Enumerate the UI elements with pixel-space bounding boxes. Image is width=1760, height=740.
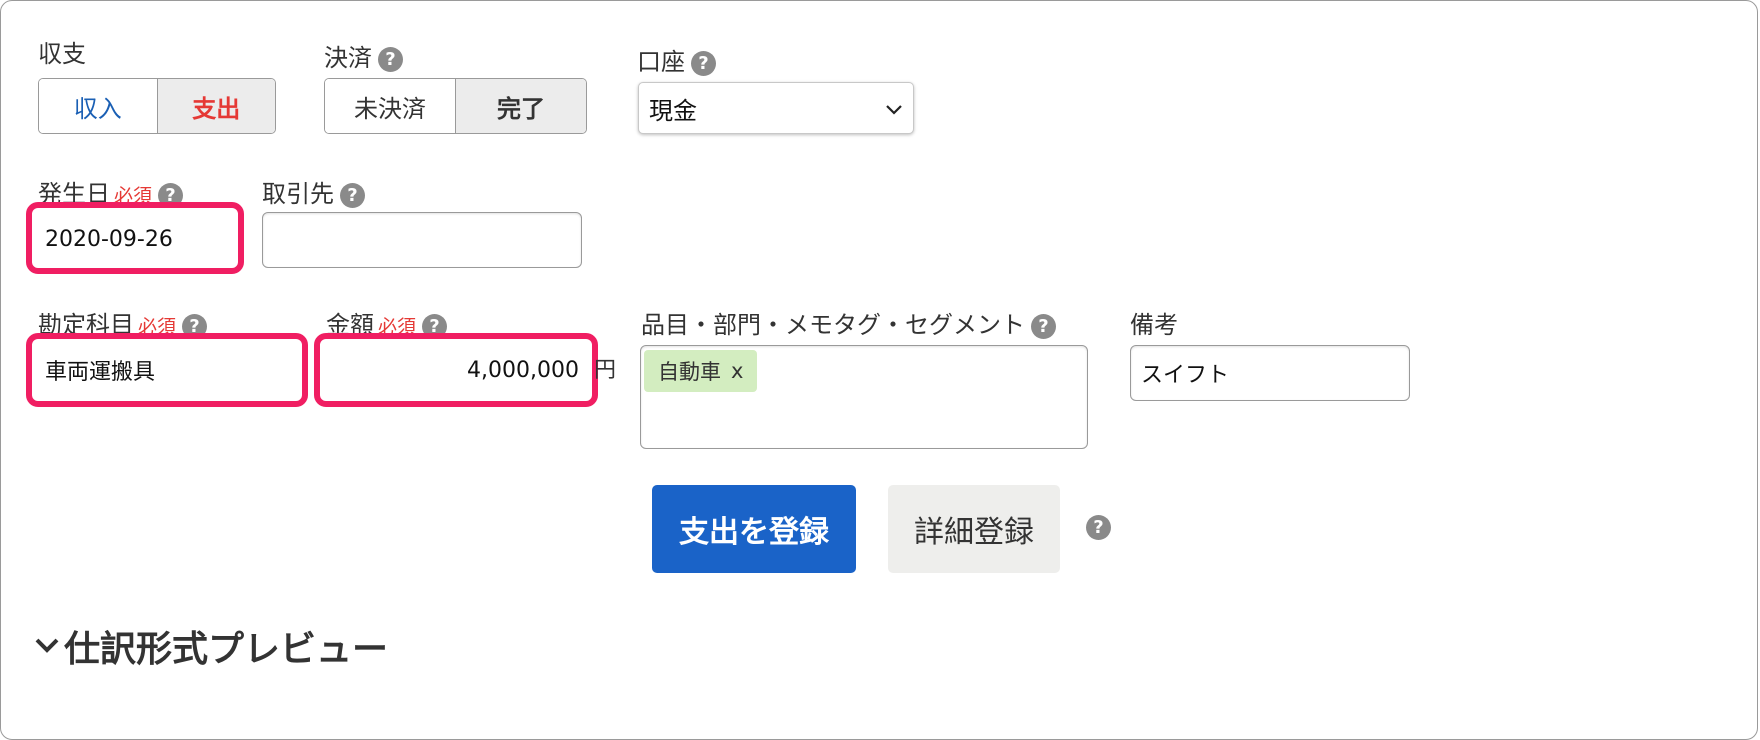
tag-chip: 自動車 x (644, 350, 758, 392)
date-label: 発生日 (38, 180, 110, 208)
settled-option[interactable]: 完了 (455, 79, 586, 133)
help-icon[interactable]: ? (158, 182, 184, 208)
required-badge: 必須 (138, 316, 177, 338)
settlement-label: 決済 (324, 44, 372, 72)
note-input[interactable]: スイフト (1130, 345, 1410, 401)
tag-chip-label: 自動車 (658, 360, 721, 384)
account-item-label-row: 勘定科目 必須? (38, 311, 208, 341)
help-icon[interactable]: ? (691, 50, 716, 76)
partner-label-row: 取引先? (262, 180, 365, 208)
chevron-down-icon (34, 637, 60, 655)
help-icon[interactable]: ? (1086, 515, 1111, 540)
actions-help: ? (1086, 515, 1111, 540)
account-item-input[interactable]: 車両運搬具 (34, 343, 300, 397)
tags-input[interactable]: 自動車 x (640, 345, 1088, 449)
partner-input[interactable] (262, 212, 582, 268)
amount-label-row: 金額 必須? (326, 311, 448, 341)
help-icon[interactable]: ? (182, 313, 208, 339)
date-input[interactable]: 2020-09-26 (34, 212, 238, 266)
help-icon[interactable]: ? (422, 313, 448, 339)
help-icon[interactable]: ? (1031, 313, 1056, 339)
account-label: 口座 (637, 48, 685, 76)
required-badge: 必須 (378, 316, 417, 338)
required-badge: 必須 (114, 185, 153, 207)
detail-register-button[interactable]: 詳細登録 (888, 485, 1060, 573)
tag-remove-icon[interactable]: x (731, 359, 743, 383)
unsettled-option[interactable]: 未決済 (325, 79, 455, 133)
settlement-label-row: 決済? (324, 44, 403, 72)
note-label: 備考 (1130, 311, 1178, 339)
amount-input[interactable]: 4,000,000 (322, 343, 590, 397)
journal-preview-toggle[interactable]: 仕訳形式プレビュー (34, 620, 388, 672)
partner-label: 取引先 (262, 180, 334, 208)
tags-label: 品目・部門・メモタグ・セグメント (641, 311, 1025, 339)
type-label: 収支 (38, 40, 86, 68)
account-select[interactable]: 現金 (638, 82, 914, 134)
expense-option[interactable]: 支出 (156, 79, 275, 133)
type-toggle: 収入 支出 (38, 78, 276, 134)
submit-expense-button[interactable]: 支出を登録 (652, 485, 856, 573)
currency-unit: 円 (594, 358, 617, 383)
help-icon[interactable]: ? (340, 182, 365, 208)
settlement-toggle: 未決済 完了 (324, 78, 587, 134)
account-select-value: 現金 (649, 96, 697, 125)
tags-label-row: 品目・部門・メモタグ・セグメント? (641, 311, 1056, 339)
chevron-down-icon (885, 94, 903, 122)
journal-preview-label: 仕訳形式プレビュー (64, 629, 389, 670)
income-option[interactable]: 収入 (39, 79, 157, 133)
account-label-row: 口座? (637, 48, 716, 76)
account-item-label: 勘定科目 (38, 311, 134, 339)
amount-label: 金額 (326, 311, 374, 339)
help-icon[interactable]: ? (378, 46, 403, 72)
date-label-row: 発生日 必須? (38, 180, 184, 210)
